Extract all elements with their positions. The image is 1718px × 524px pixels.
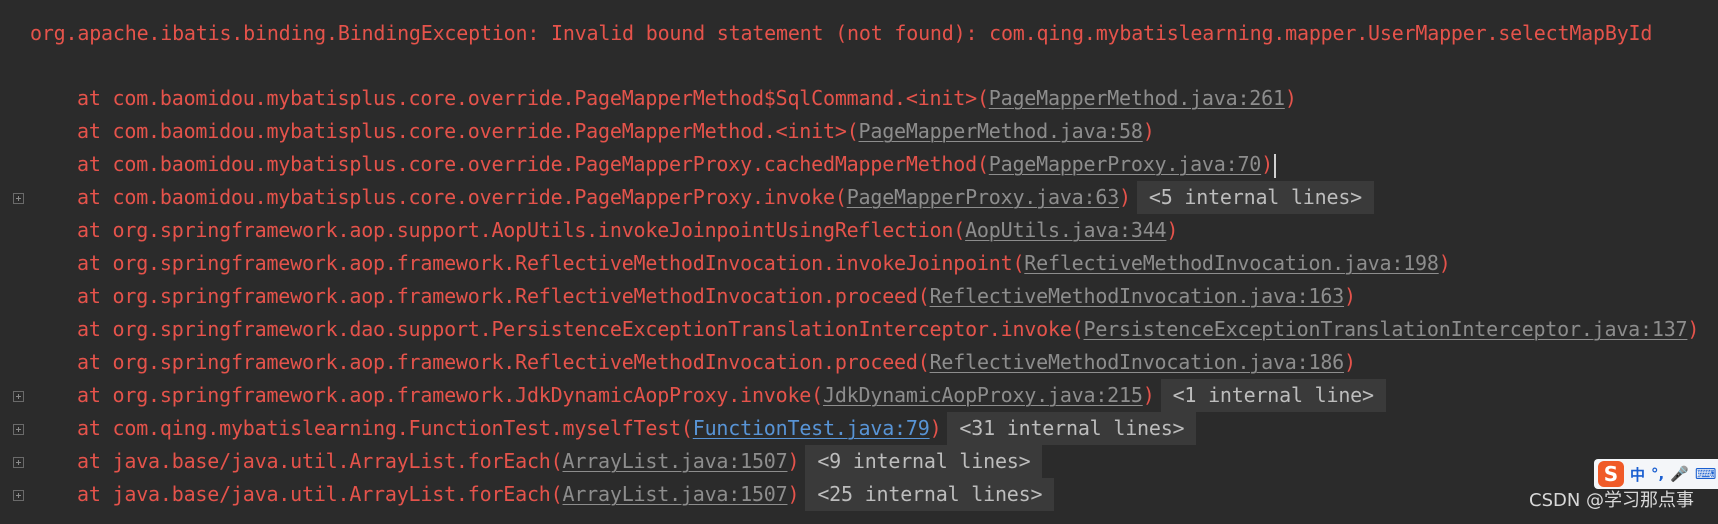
at-keyword: at: [77, 152, 113, 176]
open-paren: (: [917, 350, 930, 374]
method-name: org.springframework.aop.framework.Reflec…: [112, 350, 918, 374]
method-name: com.baomidou.mybatisplus.core.override.P…: [112, 152, 978, 176]
text-cursor: [1273, 153, 1276, 178]
stack-frame: at com.baomidou.mybatisplus.core.overrid…: [77, 148, 1276, 181]
close-paren: ): [1438, 251, 1451, 275]
at-keyword: at: [77, 350, 113, 374]
close-paren: ): [1284, 86, 1297, 110]
stack-frame: at org.springframework.aop.framework.Jdk…: [77, 379, 1386, 412]
method-name: org.springframework.dao.support.Persiste…: [112, 317, 1072, 341]
source-link[interactable]: ReflectiveMethodInvocation.java:186: [930, 350, 1345, 374]
open-paren: (: [680, 416, 693, 440]
stack-frame: at java.base/java.util.ArrayList.forEach…: [77, 478, 1055, 511]
method-name: org.springframework.aop.support.AopUtils…: [112, 218, 954, 242]
method-name: com.baomidou.mybatisplus.core.override.P…: [112, 86, 978, 110]
close-paren: ): [1261, 152, 1273, 176]
source-link[interactable]: ReflectiveMethodInvocation.java:198: [1024, 251, 1439, 275]
expand-icon[interactable]: [13, 391, 24, 402]
editor-gutter: [0, 0, 28, 524]
at-keyword: at: [77, 251, 113, 275]
close-paren: ): [1142, 119, 1155, 143]
at-keyword: at: [77, 317, 113, 341]
folded-lines-marker[interactable]: <31 internal lines>: [947, 412, 1197, 445]
close-paren: ): [1142, 383, 1155, 407]
stack-frame: at com.qing.mybatislearning.FunctionTest…: [77, 412, 1197, 445]
stack-frame: at com.baomidou.mybatisplus.core.overrid…: [77, 115, 1155, 148]
ime-toolbar[interactable]: S 中 °, 🎤 ⌨: [1594, 459, 1718, 489]
source-link[interactable]: ArrayList.java:1507: [563, 482, 788, 506]
stack-frame: at org.springframework.aop.framework.Ref…: [77, 346, 1356, 379]
expand-icon[interactable]: [13, 193, 24, 204]
close-paren: ): [787, 482, 800, 506]
expand-icon[interactable]: [13, 424, 24, 435]
at-keyword: at: [77, 482, 113, 506]
close-paren: ): [1166, 218, 1179, 242]
stack-frame: at com.baomidou.mybatisplus.core.overrid…: [77, 82, 1297, 115]
expand-icon[interactable]: [13, 457, 24, 468]
open-paren: (: [811, 383, 823, 407]
method-name: java.base/java.util.ArrayList.forEach: [112, 482, 551, 506]
open-paren: (: [953, 218, 966, 242]
at-keyword: at: [77, 185, 113, 209]
stack-frame: at org.springframework.dao.support.Persi…: [77, 313, 1699, 346]
close-paren: ): [1119, 185, 1131, 209]
close-paren: ): [1344, 350, 1356, 374]
source-link[interactable]: PageMapperMethod.java:261: [989, 86, 1285, 110]
folded-lines-marker[interactable]: <5 internal lines>: [1136, 181, 1375, 214]
open-paren: (: [917, 284, 930, 308]
method-name: org.springframework.aop.framework.Reflec…: [112, 251, 1013, 275]
exception-message: org.apache.ibatis.binding.BindingExcepti…: [30, 21, 1653, 45]
folded-lines-marker[interactable]: <1 internal line>: [1160, 379, 1386, 412]
stack-frame: at java.base/java.util.ArrayList.forEach…: [77, 445, 1043, 478]
at-keyword: at: [77, 218, 113, 242]
open-paren: (: [1012, 251, 1025, 275]
stack-frame: at org.springframework.aop.framework.Ref…: [77, 247, 1451, 280]
at-keyword: at: [77, 416, 113, 440]
source-link[interactable]: PageMapperProxy.java:63: [847, 185, 1120, 209]
close-paren: ): [1687, 317, 1700, 341]
open-paren: (: [550, 449, 563, 473]
at-keyword: at: [77, 86, 113, 110]
source-link[interactable]: ReflectiveMethodInvocation.java:163: [930, 284, 1345, 308]
source-link[interactable]: ArrayList.java:1507: [563, 449, 788, 473]
method-name: org.springframework.aop.framework.Reflec…: [112, 284, 918, 308]
close-paren: ): [929, 416, 942, 440]
source-link[interactable]: FunctionTest.java:79: [693, 416, 930, 440]
console-output: org.apache.ibatis.binding.BindingExcepti…: [0, 0, 1718, 524]
method-name: java.base/java.util.ArrayList.forEach: [112, 449, 551, 473]
microphone-icon[interactable]: 🎤: [1670, 465, 1689, 483]
sogou-logo-icon[interactable]: S: [1598, 461, 1624, 487]
stack-frame: at org.springframework.aop.support.AopUt…: [77, 214, 1178, 247]
punctuation-toggle[interactable]: °,: [1651, 465, 1664, 483]
at-keyword: at: [77, 284, 113, 308]
close-paren: ): [1344, 284, 1356, 308]
source-link[interactable]: AopUtils.java:344: [965, 218, 1167, 242]
at-keyword: at: [77, 383, 113, 407]
keyboard-icon[interactable]: ⌨: [1695, 465, 1717, 483]
open-paren: (: [846, 119, 859, 143]
stack-frame: at com.baomidou.mybatisplus.core.overrid…: [77, 181, 1375, 214]
stack-frame: at org.springframework.aop.framework.Ref…: [77, 280, 1356, 313]
source-link[interactable]: PageMapperMethod.java:58: [859, 119, 1143, 143]
source-link[interactable]: PersistenceExceptionTranslationIntercept…: [1084, 317, 1688, 341]
close-paren: ): [787, 449, 800, 473]
folded-lines-marker[interactable]: <9 internal lines>: [805, 445, 1043, 478]
method-name: com.qing.mybatislearning.FunctionTest.my…: [112, 416, 682, 440]
watermark: CSDN @学习那点事: [1529, 490, 1695, 511]
open-paren: (: [976, 152, 989, 176]
method-name: com.baomidou.mybatisplus.core.override.P…: [112, 185, 836, 209]
open-paren: (: [1071, 317, 1084, 341]
source-link[interactable]: JdkDynamicAopProxy.java:215: [823, 383, 1143, 407]
open-paren: (: [976, 86, 989, 110]
chinese-mode-toggle[interactable]: 中: [1630, 464, 1645, 485]
at-keyword: at: [77, 119, 113, 143]
method-name: com.baomidou.mybatisplus.core.override.P…: [112, 119, 847, 143]
open-paren: (: [550, 482, 563, 506]
folded-lines-marker[interactable]: <25 internal lines>: [805, 478, 1055, 511]
source-link[interactable]: PageMapperProxy.java:70: [989, 152, 1262, 176]
expand-icon[interactable]: [13, 490, 24, 501]
method-name: org.springframework.aop.framework.JdkDyn…: [112, 383, 812, 407]
at-keyword: at: [77, 449, 113, 473]
open-paren: (: [834, 185, 847, 209]
